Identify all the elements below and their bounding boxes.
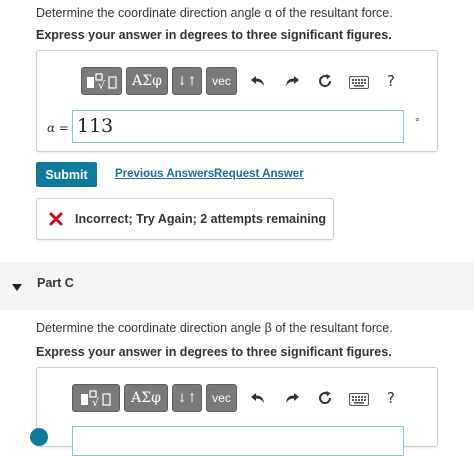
part-c-header[interactable]: Part C <box>0 262 474 310</box>
part-c-question: Determine the coordinate direction angle… <box>36 321 393 335</box>
part-c-answer-panel: √ ΑΣφ ↓↑ vec ? <box>36 367 438 456</box>
undo-icon[interactable] <box>247 387 269 409</box>
templates-icon: √ <box>86 73 117 91</box>
reset-icon[interactable] <box>314 70 336 92</box>
part-b-instruction: Express your answer in degrees to three … <box>36 28 392 42</box>
incorrect-x-icon <box>49 212 63 226</box>
part-c-status-badge <box>30 428 48 446</box>
feedback-panel: Incorrect; Try Again; 2 attempts remaini… <box>36 198 334 240</box>
arrows-button[interactable]: ↓↑ <box>172 67 202 95</box>
request-answer-link[interactable]: Request Answer <box>214 168 304 180</box>
templates-button-c[interactable]: √ <box>72 384 120 412</box>
help-icon[interactable]: ? <box>380 70 402 92</box>
reset-icon[interactable] <box>314 387 336 409</box>
greek-symbols-button[interactable]: ΑΣφ <box>126 67 168 95</box>
templates-icon: √ <box>81 390 111 408</box>
part-b-answer-panel: √ ΑΣφ ↓↑ vec ? α = 113 ° <box>36 50 438 152</box>
templates-button[interactable]: √ <box>81 67 122 95</box>
keyboard-icon[interactable] <box>348 388 370 410</box>
keyboard-icon[interactable] <box>348 71 370 93</box>
answer-input[interactable]: 113 <box>72 110 404 143</box>
part-c-instruction: Express your answer in degrees to three … <box>36 345 392 359</box>
redo-icon[interactable] <box>281 387 303 409</box>
help-icon[interactable]: ? <box>380 387 402 409</box>
answer-input-c[interactable] <box>72 426 404 456</box>
degree-unit: ° <box>415 115 420 129</box>
part-b-question: Determine the coordinate direction angle… <box>36 6 393 20</box>
feedback-text: Incorrect; Try Again; 2 attempts remaini… <box>75 212 326 226</box>
previous-answers-link[interactable]: Previous Answers <box>115 168 214 180</box>
redo-icon[interactable] <box>281 70 303 92</box>
vector-button-c[interactable]: vec <box>206 384 237 412</box>
svg-text:√: √ <box>92 396 100 408</box>
answer-input-value: 113 <box>77 115 114 137</box>
collapse-caret-icon[interactable] <box>12 279 22 297</box>
submit-button[interactable]: Submit <box>36 162 97 187</box>
undo-icon[interactable] <box>247 70 269 92</box>
greek-symbols-button-c[interactable]: ΑΣφ <box>124 384 168 412</box>
vector-button[interactable]: vec <box>206 67 237 95</box>
svg-text:√: √ <box>98 79 106 91</box>
arrows-button-c[interactable]: ↓↑ <box>172 384 202 412</box>
answer-label-alpha: α = <box>47 121 69 135</box>
part-c-title: Part C <box>37 276 74 290</box>
